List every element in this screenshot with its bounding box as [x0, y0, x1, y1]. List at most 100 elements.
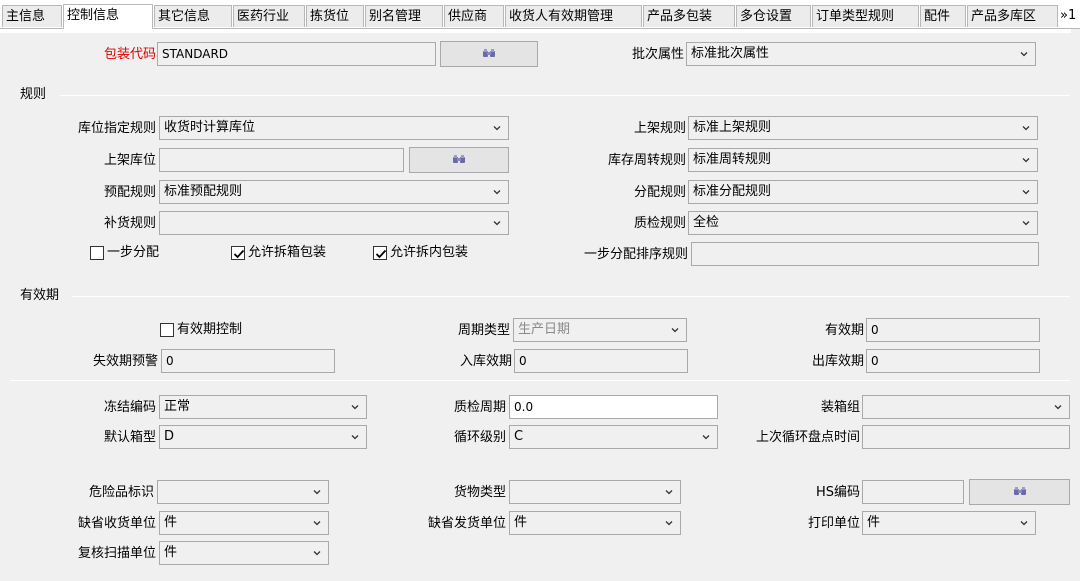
- ship-unit-select[interactable]: 件: [509, 511, 681, 535]
- allow-split-inner-checkbox[interactable]: 允许拆内包装: [373, 243, 468, 263]
- one-step-alloc-checkbox[interactable]: 一步分配: [90, 243, 159, 263]
- one-step-sort-input[interactable]: [691, 242, 1039, 266]
- tab-strip: 主信息 控制信息 其它信息 医药行业 拣货位 别名管理 供应商 收货人有效期管理…: [0, 0, 1080, 33]
- chevron-down-icon: [313, 519, 321, 527]
- tab-other-info[interactable]: 其它信息: [154, 5, 232, 27]
- tab-alias[interactable]: 别名管理: [365, 5, 443, 27]
- tab-multi-package[interactable]: 产品多包装: [643, 5, 735, 27]
- tab-consignee-expiry[interactable]: 收货人有效期管理: [505, 5, 642, 27]
- chevron-down-icon: [493, 219, 501, 227]
- validity-input[interactable]: 0: [866, 318, 1040, 342]
- default-box-select[interactable]: D: [159, 425, 367, 449]
- freeze-code-label: 冻结编码: [103, 400, 156, 415]
- print-unit-value: 件: [867, 515, 881, 530]
- outbound-expiry-label: 出库效期: [811, 354, 864, 369]
- cycle-level-label: 循环级别: [453, 430, 506, 445]
- freeze-code-select[interactable]: 正常: [159, 395, 367, 419]
- tab-multi-zone[interactable]: 产品多库区: [967, 5, 1058, 27]
- chevron-down-icon: [1022, 124, 1030, 132]
- batch-attr-label: 批次属性: [631, 47, 684, 62]
- goods-type-select[interactable]: [509, 480, 681, 504]
- allow-split-case-checkbox[interactable]: 允许拆箱包装: [231, 243, 326, 263]
- tab-order-type-rule[interactable]: 订单类型规则: [812, 5, 919, 27]
- recv-unit-select[interactable]: 件: [159, 511, 329, 535]
- loc-rule-label: 库位指定规则: [77, 121, 156, 136]
- putaway-rule-select[interactable]: 标准上架规则: [688, 116, 1038, 140]
- hazard-select[interactable]: [157, 480, 329, 504]
- chevron-down-icon: [493, 188, 501, 196]
- lookup-icon: [482, 48, 496, 60]
- expiry-warn-input[interactable]: 0: [161, 349, 335, 373]
- replen-rule-label: 补货规则: [103, 216, 156, 231]
- chevron-down-icon: [1022, 188, 1030, 196]
- putaway-loc-lookup-button[interactable]: [409, 147, 509, 173]
- tab-main-info[interactable]: 主信息: [2, 5, 62, 27]
- cycle-level-select[interactable]: C: [509, 425, 718, 449]
- package-code-label: 包装代码: [103, 47, 156, 62]
- chevron-down-icon: [1022, 219, 1030, 227]
- case-group-label: 装箱组: [820, 400, 860, 415]
- loc-rule-value: 收货时计算库位: [164, 120, 256, 135]
- batch-attr-select[interactable]: 标准批次属性: [686, 42, 1036, 66]
- misc-separator: [10, 380, 1070, 381]
- qc-rule-label: 质检规则: [633, 216, 686, 231]
- last-count-input[interactable]: [862, 425, 1070, 449]
- putaway-rule-value: 标准上架规则: [693, 120, 772, 135]
- expiry-control-label: 有效期控制: [177, 322, 243, 337]
- cycle-type-select[interactable]: 生产日期: [513, 318, 687, 342]
- rules-group-line: [60, 95, 1070, 96]
- prealloc-rule-select[interactable]: 标准预配规则: [159, 180, 509, 204]
- one-step-sort-label: 一步分配排序规则: [583, 247, 688, 262]
- tab-parts[interactable]: 配件: [920, 5, 966, 27]
- cycle-level-value: C: [514, 429, 524, 444]
- chevron-down-icon: [665, 488, 673, 496]
- package-code-input[interactable]: STANDARD: [157, 42, 436, 66]
- qc-rule-select[interactable]: 全检: [688, 211, 1038, 235]
- putaway-rule-label: 上架规则: [633, 121, 686, 136]
- expiry-group-title: 有效期: [20, 287, 64, 305]
- checkbox-box: [160, 323, 174, 337]
- outbound-expiry-input[interactable]: 0: [866, 349, 1040, 373]
- rotation-rule-label: 库存周转规则: [607, 153, 686, 168]
- allow-split-inner-label: 允许拆内包装: [390, 245, 469, 260]
- cycle-type-label: 周期类型: [457, 323, 510, 338]
- case-group-select[interactable]: [862, 395, 1070, 419]
- check-icon: [374, 247, 388, 261]
- tab-control-info[interactable]: 控制信息: [63, 4, 153, 29]
- package-lookup-button[interactable]: [440, 41, 538, 67]
- recv-unit-label: 缺省收货单位: [77, 516, 156, 531]
- right-edge-scrollbar[interactable]: [1071, 29, 1080, 581]
- expiry-control-checkbox[interactable]: 有效期控制: [160, 320, 242, 340]
- checkbox-box: [373, 246, 387, 260]
- print-unit-label: 打印单位: [807, 516, 860, 531]
- qc-cycle-input[interactable]: 0.0: [509, 395, 718, 419]
- one-step-alloc-label: 一步分配: [107, 245, 160, 260]
- goods-type-label: 货物类型: [453, 485, 506, 500]
- chevron-down-icon: [351, 433, 359, 441]
- qc-rule-value: 全检: [693, 215, 720, 230]
- inbound-expiry-input[interactable]: 0: [514, 349, 688, 373]
- alloc-rule-select[interactable]: 标准分配规则: [688, 180, 1038, 204]
- hs-code-input[interactable]: [862, 480, 964, 504]
- replen-rule-select[interactable]: [159, 211, 509, 235]
- tab-scroll-more[interactable]: »1: [1060, 5, 1076, 26]
- tab-multi-warehouse[interactable]: 多仓设置: [736, 5, 811, 27]
- chevron-down-icon: [313, 549, 321, 557]
- recv-unit-value: 件: [164, 515, 178, 530]
- hs-code-lookup-button[interactable]: [969, 479, 1070, 505]
- validity-label: 有效期: [824, 323, 864, 338]
- chevron-down-icon: [665, 519, 673, 527]
- loc-rule-select[interactable]: 收货时计算库位: [159, 116, 509, 140]
- checkbox-box: [90, 246, 104, 260]
- rotation-rule-select[interactable]: 标准周转规则: [688, 148, 1038, 172]
- tab-supplier[interactable]: 供应商: [444, 5, 504, 27]
- putaway-loc-input[interactable]: [159, 148, 404, 172]
- lookup-icon: [1013, 486, 1027, 498]
- tab-pharma[interactable]: 医药行业: [233, 5, 305, 27]
- tab-pick-location[interactable]: 拣货位: [306, 5, 364, 27]
- allow-split-case-label: 允许拆箱包装: [248, 245, 327, 260]
- recheck-unit-select[interactable]: 件: [159, 541, 329, 565]
- print-unit-select[interactable]: 件: [862, 511, 1036, 535]
- putaway-loc-label: 上架库位: [103, 153, 156, 168]
- rules-group-title: 规则: [20, 86, 51, 104]
